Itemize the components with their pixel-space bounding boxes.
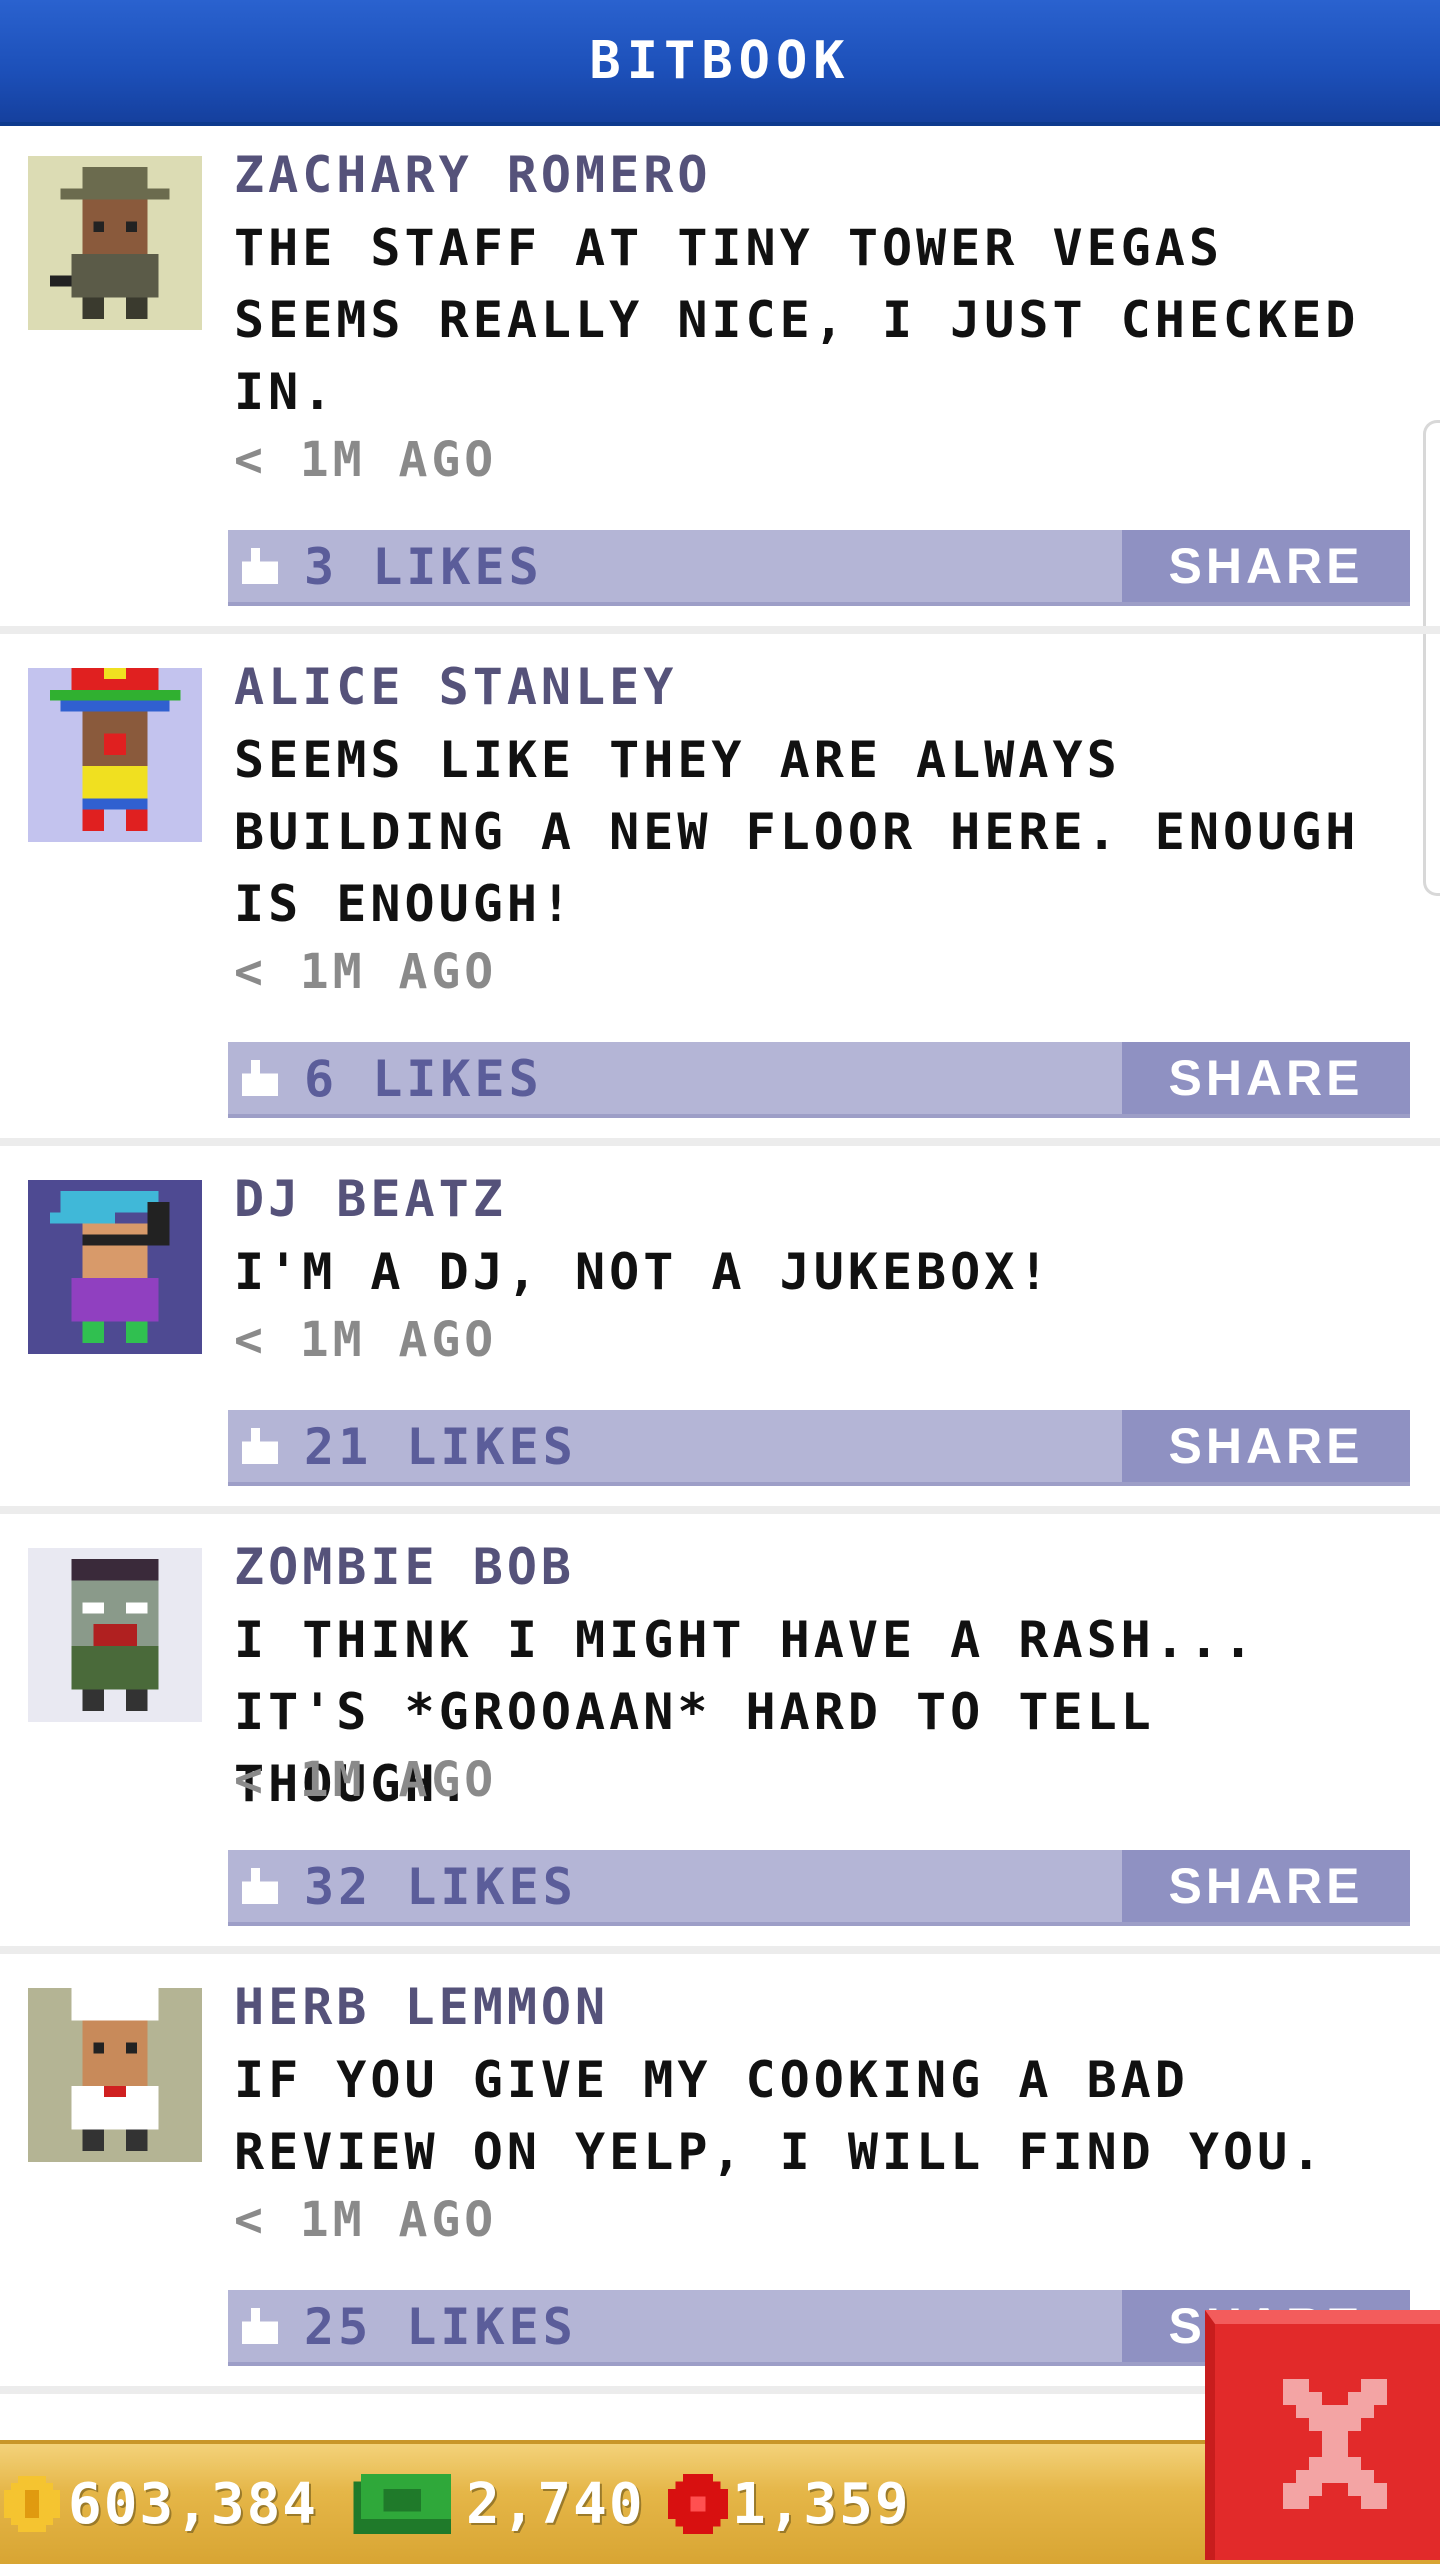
thumbs-up-icon[interactable] [242, 2308, 278, 2344]
close-icon [1283, 2379, 1387, 2509]
post-author[interactable]: ALICE STANLEY [234, 658, 677, 716]
share-button[interactable]: SHARE [1122, 1850, 1410, 1922]
thumbs-up-icon[interactable] [242, 1428, 278, 1464]
bux-count: 2,740 [466, 2471, 645, 2537]
thumbs-up-icon[interactable] [242, 1060, 278, 1096]
post-time: < 1M AGO [234, 1752, 498, 1808]
likes-count[interactable]: 3 LIKES [304, 538, 543, 596]
thumbs-up-icon[interactable] [242, 548, 278, 584]
divider [0, 626, 1440, 634]
post-author[interactable]: ZOMBIE BOB [234, 1538, 575, 1596]
divider [0, 1506, 1440, 1514]
post-author[interactable]: ZACHARY ROMERO [234, 146, 711, 204]
coin-icon [4, 2476, 60, 2532]
bux-icon [353, 2474, 451, 2534]
post-text: THE STAFF AT TINY TOWER VEGAS SEEMS REAL… [234, 219, 1360, 421]
divider [0, 1138, 1440, 1146]
close-button[interactable] [1205, 2310, 1440, 2560]
like-bar: 6 LIKES SHARE [228, 1042, 1410, 1118]
avatar [28, 668, 202, 842]
post-time: < 1M AGO [234, 2192, 498, 2248]
like-bar: 21 LIKES SHARE [228, 1410, 1410, 1486]
header-bar: BITBOOK [0, 0, 1440, 126]
post-time: < 1M AGO [234, 944, 498, 1000]
post-text: I'M A DJ, NOT A JUKEBOX! [234, 1243, 1053, 1301]
avatar [28, 1988, 202, 2162]
bux-stat: 2,740 [350, 2466, 645, 2542]
likes-count[interactable]: 25 LIKES [304, 2298, 577, 2356]
post-time: < 1M AGO [234, 1312, 498, 1368]
thumbs-up-icon[interactable] [242, 1868, 278, 1904]
post-item: DJ BEATZ I'M A DJ, NOT A JUKEBOX! < 1M A… [0, 1150, 1440, 1506]
post-author[interactable]: HERB LEMMON [234, 1978, 609, 2036]
coins-count: 603,384 [68, 2471, 319, 2537]
share-button[interactable]: SHARE [1122, 1410, 1410, 1482]
like-bar: 3 LIKES SHARE [228, 530, 1410, 606]
likes-count[interactable]: 6 LIKES [304, 1050, 543, 1108]
likes-count[interactable]: 21 LIKES [304, 1418, 577, 1476]
coins-stat: 603,384 [4, 2466, 318, 2542]
avatar [28, 1180, 202, 1354]
points-count: 1,359 [732, 2471, 911, 2537]
post-text: SEEMS LIKE THEY ARE ALWAYS BUILDING A NE… [234, 731, 1360, 933]
points-stat: 1,359 [668, 2466, 911, 2542]
likes-count[interactable]: 32 LIKES [304, 1858, 577, 1916]
avatar [28, 1548, 202, 1722]
post-text: IF YOU GIVE MY COOKING A BAD REVIEW ON Y… [234, 2051, 1326, 2181]
divider [0, 1946, 1440, 1954]
post-item: ZOMBIE BOB I THINK I MIGHT HAVE A RASH..… [0, 1518, 1440, 1946]
post-time: < 1M AGO [234, 432, 498, 488]
post-item: ZACHARY ROMERO THE STAFF AT TINY TOWER V… [0, 126, 1440, 626]
post-item: ALICE STANLEY SEEMS LIKE THEY ARE ALWAYS… [0, 638, 1440, 1138]
like-bar: 32 LIKES SHARE [228, 1850, 1410, 1926]
share-button[interactable]: SHARE [1122, 1042, 1410, 1114]
page-title: BITBOOK [589, 31, 851, 91]
post-author[interactable]: DJ BEATZ [234, 1170, 507, 1228]
gem-icon [668, 2474, 728, 2534]
avatar [28, 156, 202, 330]
share-button[interactable]: SHARE [1122, 530, 1410, 602]
